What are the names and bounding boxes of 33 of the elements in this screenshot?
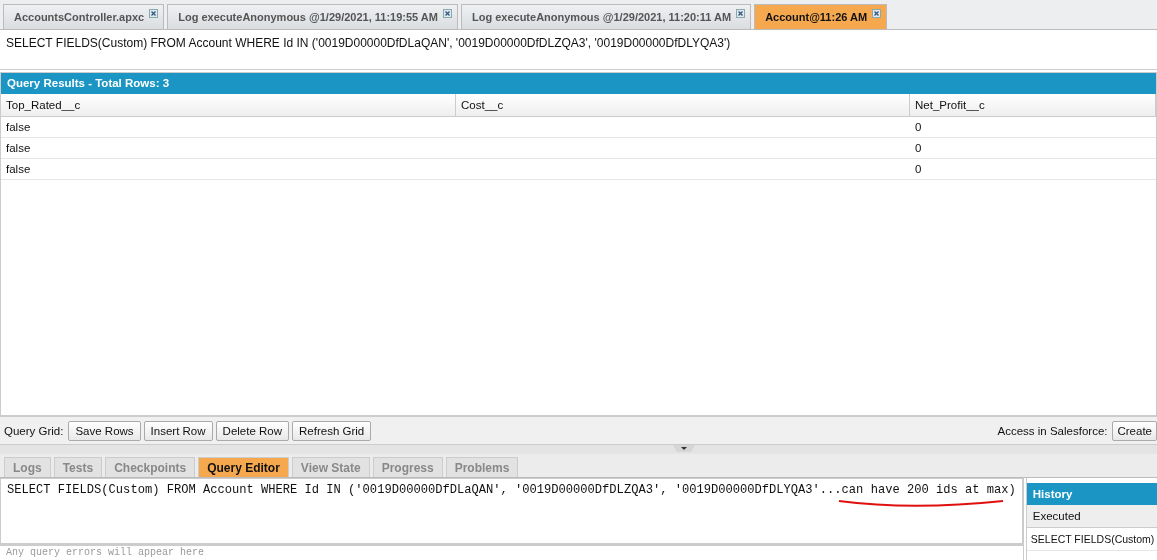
- table-cell: false: [6, 163, 31, 175]
- history-header: History: [1026, 483, 1157, 505]
- access-label: Access in Salesforce:: [997, 424, 1108, 437]
- query-editor-field[interactable]: SELECT FIELDS(Custom) FROM Account WHERE Id IN ('0019D00000DfDLaQAN', '0019D00000DfDLZQA3', '0019D00000DfDLYQA3'...can have 200 ids at max): [0, 478, 1023, 544]
- query-grid-label: Query Grid:: [4, 424, 64, 437]
- grid-button[interactable]: Save Rows: [68, 420, 141, 441]
- close-icon[interactable]: [149, 8, 159, 18]
- editor-tab[interactable]: Log executeAnonymous @1/29/2021, 11:20:11 AM: [460, 4, 752, 29]
- query-text: SELECT FIELDS(Custom) FROM Account WHERE Id IN ('0019D00000DfDLaQAN', '0019D00000DfDLZQA3', '0019D00000DfDLYQA3'): [0, 30, 1157, 70]
- table-cell: 0: [915, 163, 922, 175]
- close-icon[interactable]: [736, 8, 746, 18]
- table-cell: 0: [915, 121, 922, 133]
- table-cell: 0: [915, 142, 922, 154]
- grid-button[interactable]: Delete Row: [215, 420, 290, 441]
- table-cell: false: [6, 142, 31, 154]
- collapse-handle[interactable]: [673, 445, 695, 453]
- close-icon[interactable]: [872, 8, 882, 18]
- column-header[interactable]: Top_Rated__c: [1, 94, 456, 117]
- history-item[interactable]: SELECT FIELDS(Custom): [1026, 528, 1157, 551]
- grid-button[interactable]: Insert Row: [143, 420, 213, 441]
- close-icon[interactable]: [442, 8, 452, 18]
- create-button[interactable]: Create: [1112, 420, 1157, 441]
- column-header[interactable]: Executed: [1026, 505, 1157, 528]
- editor-tab[interactable]: Log executeAnonymous @1/29/2021, 11:19:55 AM: [167, 4, 458, 29]
- editor-tab[interactable]: Account@11:26 AM: [754, 4, 888, 29]
- panel-tab[interactable]: Query Editor: [198, 457, 289, 477]
- column-header[interactable]: Cost__c: [456, 94, 910, 117]
- editor-tab[interactable]: AccountsController.apxc: [3, 4, 165, 29]
- grid-button[interactable]: Refresh Grid: [292, 420, 372, 441]
- column-header[interactable]: Net_Profit__c: [910, 94, 1156, 117]
- errors-field: Any query errors will appear here: [0, 544, 1023, 560]
- table-cell: false: [6, 121, 31, 133]
- results-header: Query Results - Total Rows: 3: [1, 73, 1156, 94]
